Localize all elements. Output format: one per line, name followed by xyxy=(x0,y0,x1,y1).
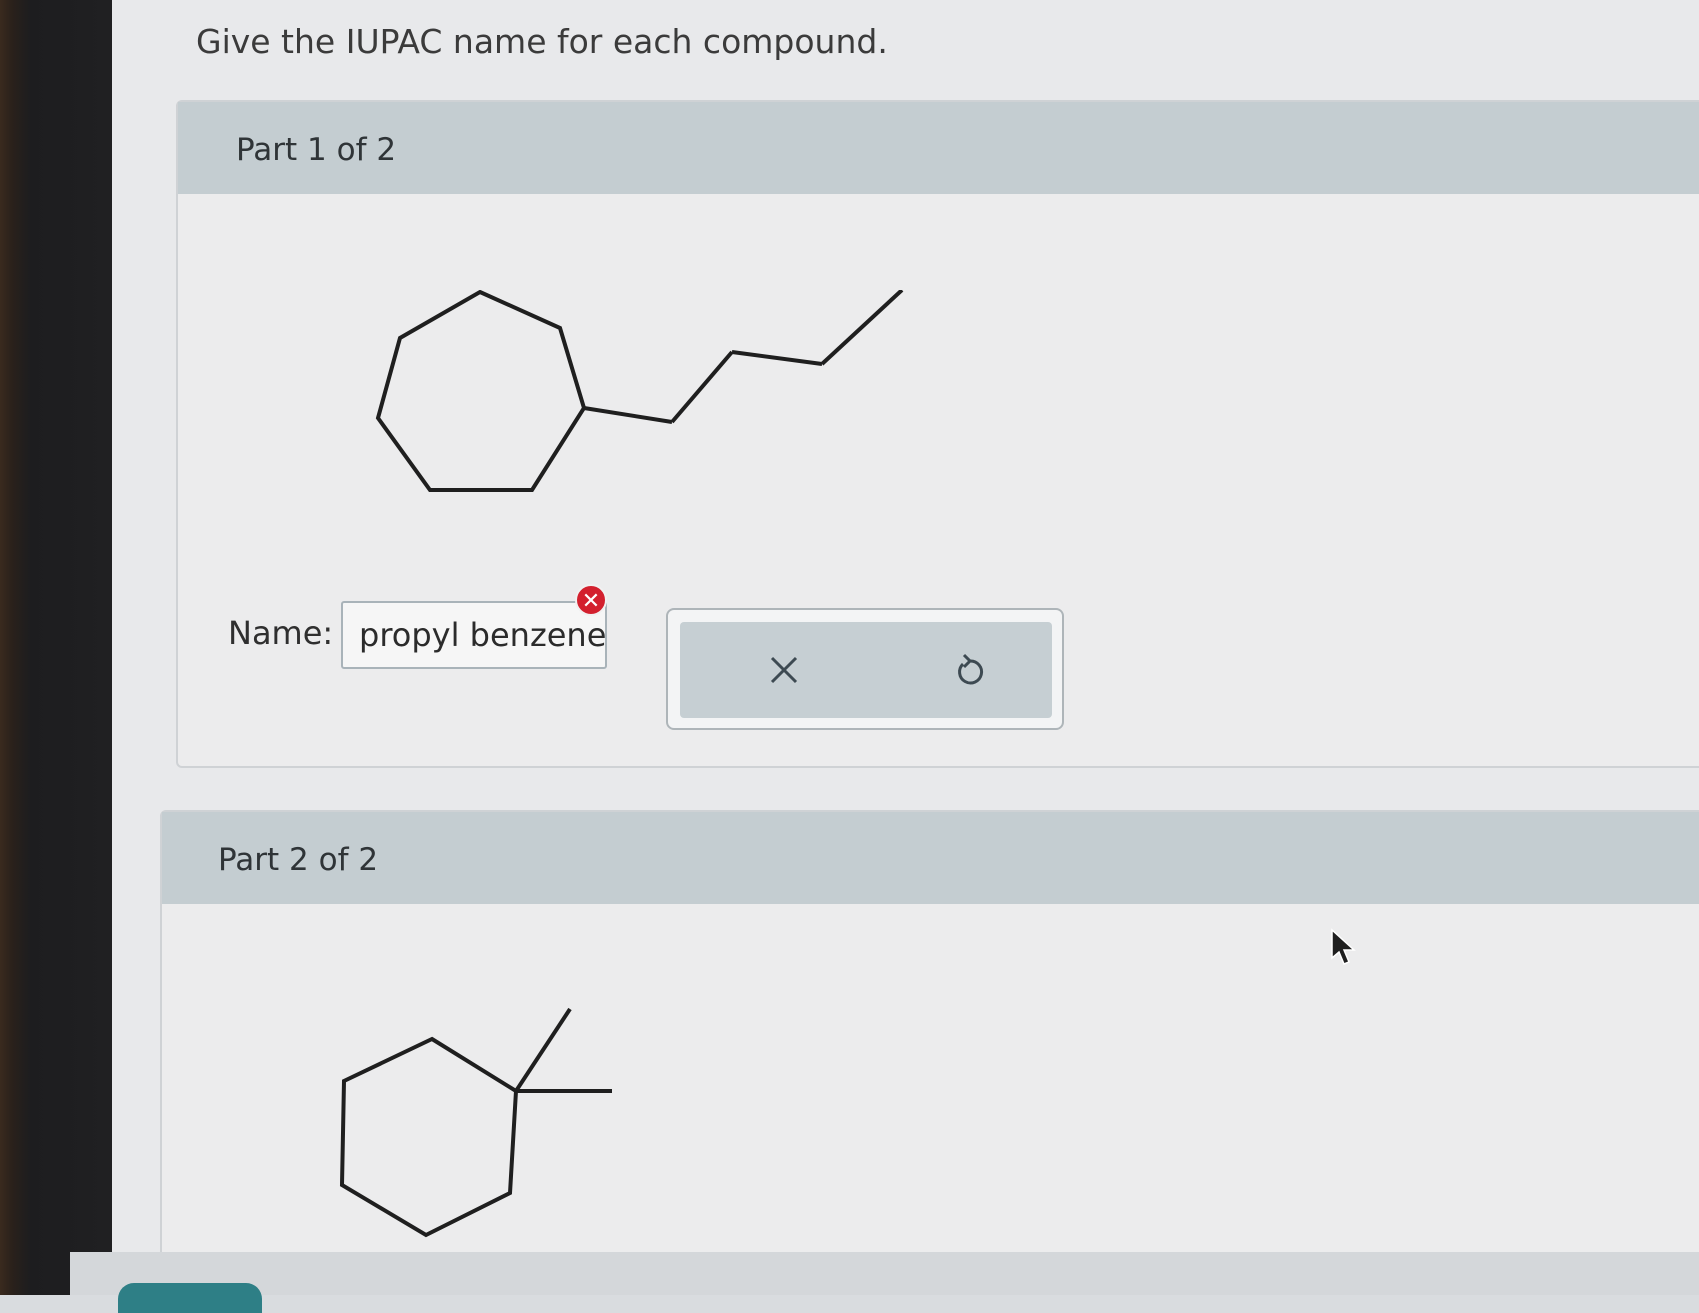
part-2-title: Part 2 of 2 xyxy=(218,842,379,878)
mouse-cursor-icon xyxy=(1331,928,1356,965)
part-2-header: Part 2 of 2 xyxy=(162,812,1699,904)
part-1-header: Part 1 of 2 xyxy=(178,102,1699,194)
answer-tools-bar xyxy=(680,622,1052,718)
answer-tools-panel xyxy=(666,608,1064,730)
cyclohexane-ring xyxy=(339,1036,519,1238)
name-label: Name: xyxy=(228,614,334,652)
part-2-molecule-structure xyxy=(339,1007,612,1238)
bond-2 xyxy=(670,350,734,424)
bottom-action-button[interactable] xyxy=(118,1283,262,1313)
iupac-name-input[interactable] xyxy=(341,601,607,669)
part-1-title: Part 1 of 2 xyxy=(236,132,397,168)
bond-3 xyxy=(731,350,823,366)
question-instruction: Give the IUPAC name for each compound. xyxy=(196,22,888,61)
undo-icon xyxy=(958,653,984,685)
bond-4 xyxy=(820,290,904,366)
bottom-toolbar xyxy=(70,1252,1699,1295)
clear-answer-button[interactable] xyxy=(754,642,814,698)
close-icon xyxy=(770,656,798,684)
monitor-bezel xyxy=(0,0,112,1295)
methyl-bond-1 xyxy=(514,1007,572,1093)
undo-button[interactable] xyxy=(940,642,1000,698)
bond-1 xyxy=(583,406,673,424)
x-circle-icon: ✕ xyxy=(575,584,607,616)
cycloheptane-ring xyxy=(375,290,587,492)
part-1-molecule-structure xyxy=(375,290,904,492)
